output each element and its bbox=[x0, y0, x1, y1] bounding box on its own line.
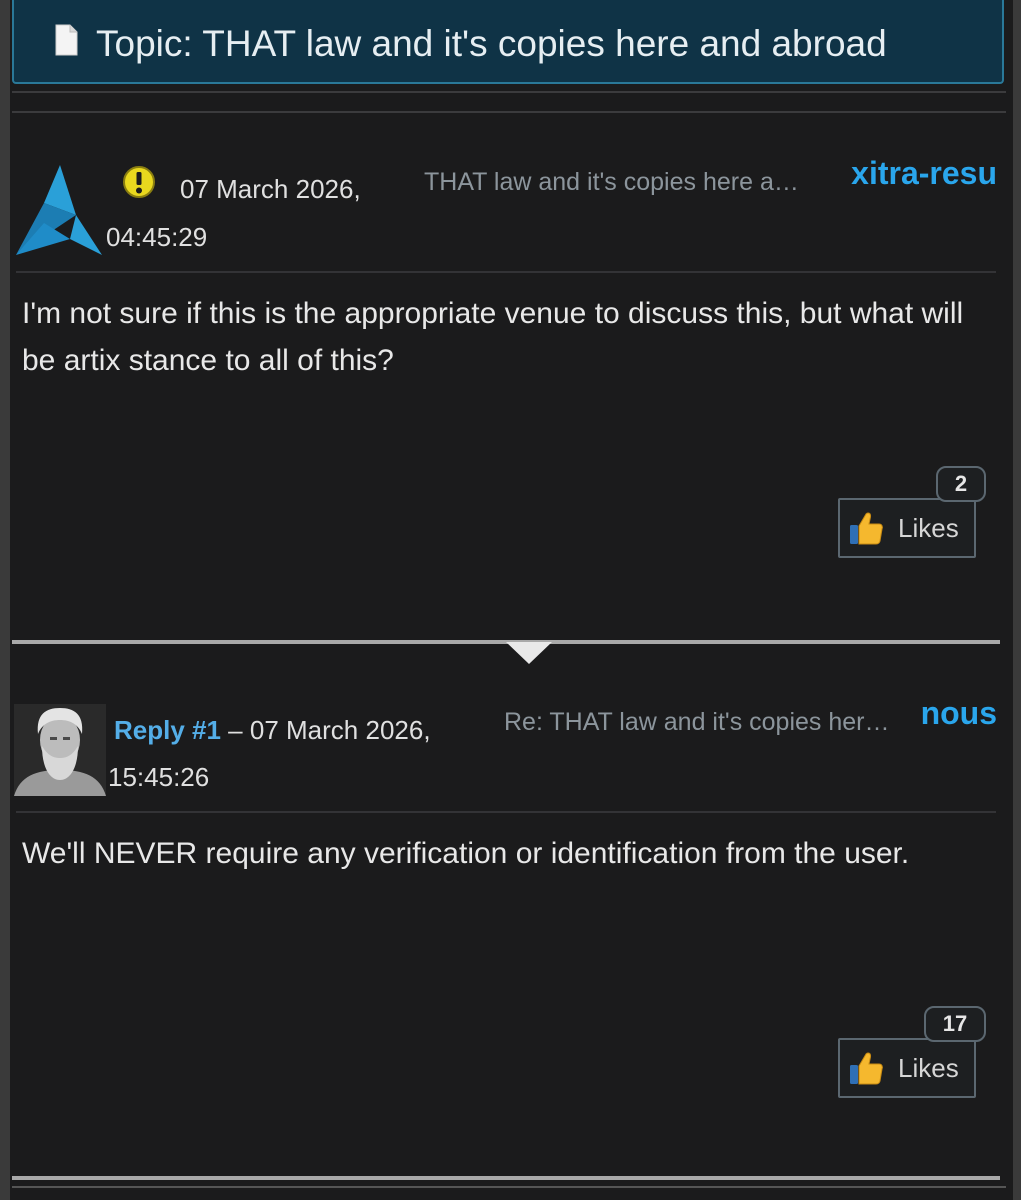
statue-bust-avatar[interactable] bbox=[14, 704, 106, 796]
page-frame-right bbox=[1013, 0, 1021, 1200]
post-time: 04:45:29 bbox=[106, 222, 208, 252]
post-meta: Reply #1 – 07 March 2026, bbox=[114, 715, 431, 746]
post-date: 07 March 2026, bbox=[249, 715, 431, 745]
post-subject-link[interactable]: THAT law and it's copies here a… bbox=[424, 168, 799, 197]
post-header-divider bbox=[16, 811, 996, 813]
post-subject-link[interactable]: Re: THAT law and it's copies her… bbox=[504, 708, 890, 737]
username-link[interactable]: xitra-resu bbox=[851, 155, 997, 192]
post-header-divider bbox=[16, 271, 996, 273]
post-body: I'm not sure if this is the appropriate … bbox=[22, 297, 964, 377]
likes-button[interactable]: Likes bbox=[838, 498, 976, 558]
likes-label: Likes bbox=[898, 1052, 959, 1083]
likes-label: Likes bbox=[898, 512, 959, 543]
warning-icon bbox=[123, 166, 155, 198]
thumbs-up-icon bbox=[850, 1052, 883, 1085]
post-date: 07 March 2026, bbox=[180, 174, 361, 204]
triangle-logo-avatar[interactable] bbox=[14, 163, 106, 257]
likes-count-badge: 17 bbox=[924, 1006, 986, 1042]
post-body: We'll NEVER require any verification or … bbox=[22, 837, 910, 870]
meta-separator: – bbox=[220, 715, 250, 745]
post-time: 15:45:26 bbox=[108, 762, 210, 792]
thumbs-up-icon bbox=[850, 512, 883, 545]
divider bbox=[12, 111, 1006, 113]
topic-header: Topic: THAT law and it's copies here and… bbox=[12, 0, 1004, 84]
divider bbox=[12, 1186, 1006, 1188]
reply-number-link[interactable]: Reply #1 bbox=[114, 715, 221, 745]
post-divider bbox=[12, 1176, 1000, 1180]
username-link[interactable]: nous bbox=[921, 695, 997, 732]
topic-title: Topic: THAT law and it's copies here and… bbox=[96, 23, 887, 64]
divider-pointer bbox=[506, 642, 552, 664]
divider bbox=[12, 91, 1006, 93]
page-frame-left bbox=[0, 0, 10, 1200]
likes-button[interactable]: Likes bbox=[838, 1038, 976, 1098]
likes-count-badge: 2 bbox=[936, 466, 986, 502]
document-icon bbox=[55, 24, 78, 56]
